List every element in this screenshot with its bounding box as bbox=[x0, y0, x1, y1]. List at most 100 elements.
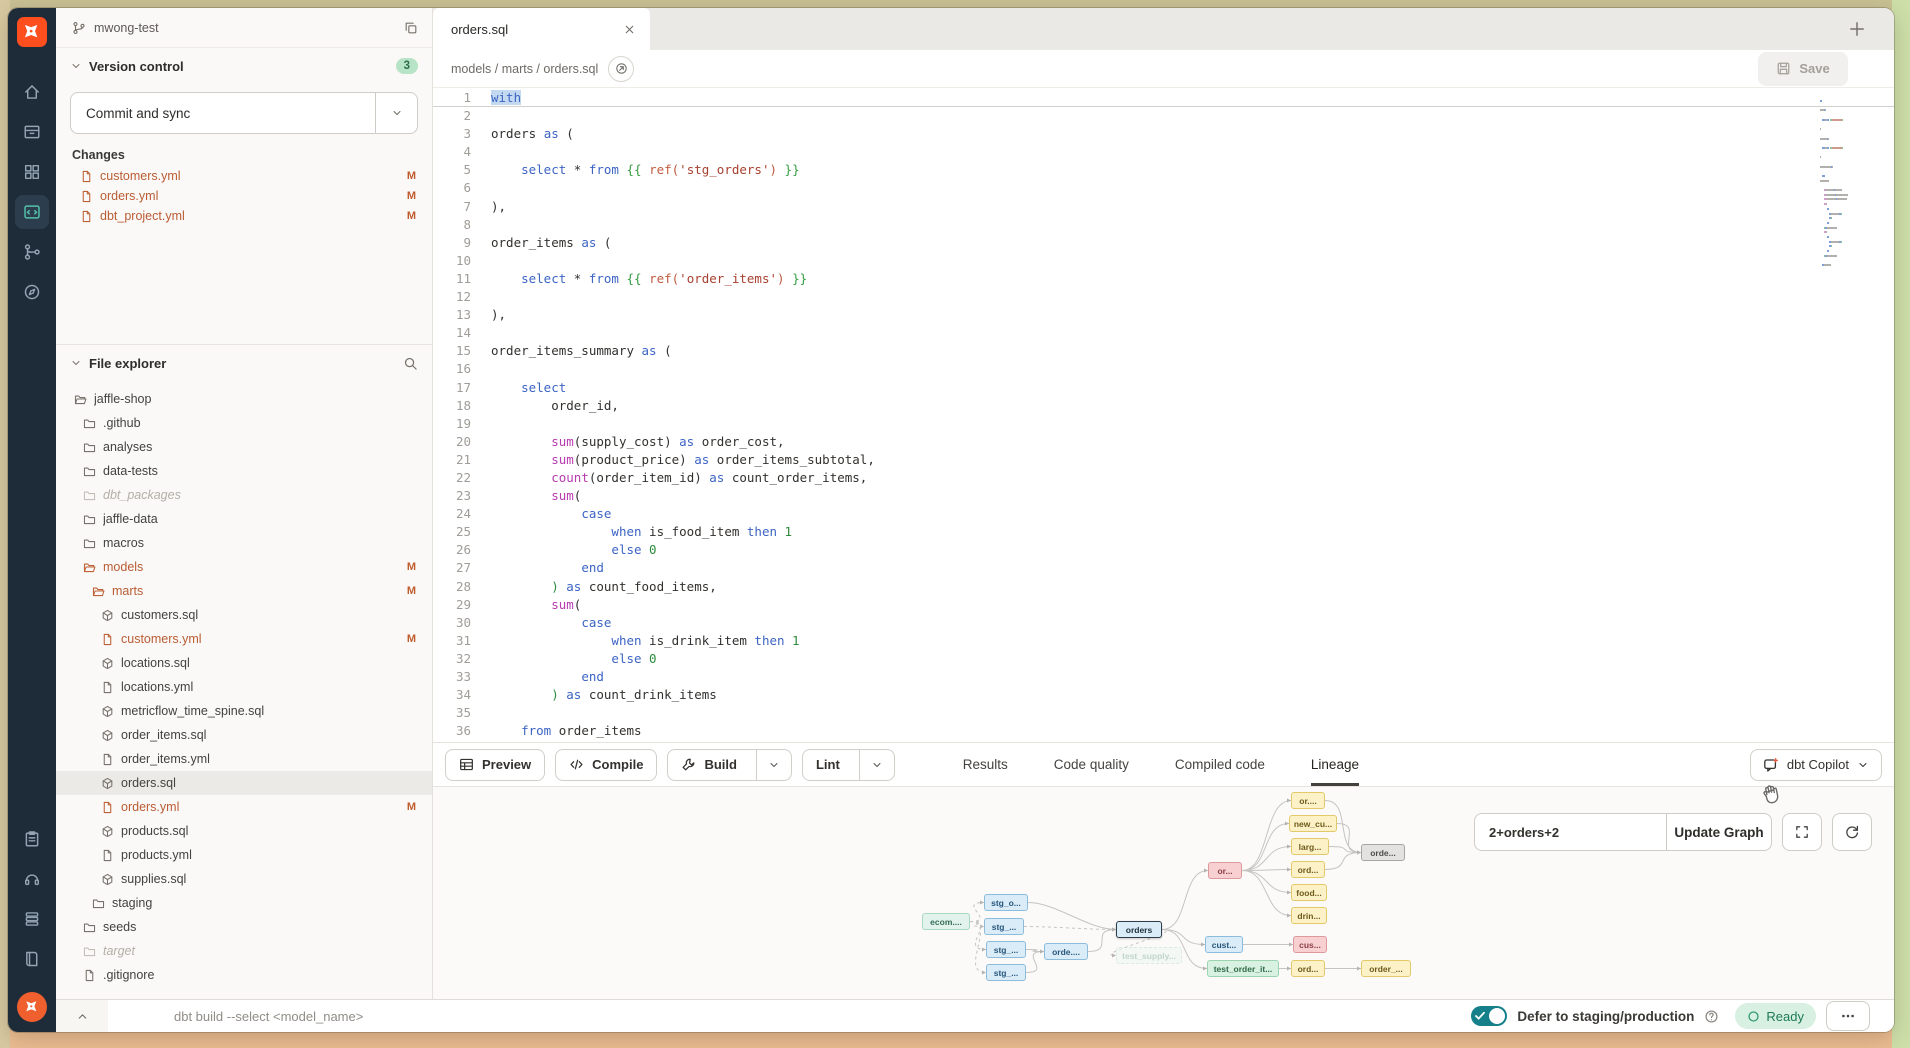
commit-options-chevron[interactable] bbox=[375, 93, 417, 133]
code-text: ), bbox=[491, 306, 506, 324]
fullscreen-button[interactable] bbox=[1782, 813, 1822, 851]
lineage-node-ts[interactable]: test_supply... bbox=[1116, 947, 1182, 964]
new-tab-button[interactable] bbox=[1836, 8, 1878, 50]
branch-row[interactable]: mwong-test bbox=[56, 8, 432, 48]
tree-item-marts[interactable]: martsM bbox=[56, 579, 432, 603]
grid-icon[interactable] bbox=[15, 155, 49, 189]
file-explorer-header[interactable]: File explorer bbox=[56, 345, 432, 381]
lineage-node-y3[interactable]: larg... bbox=[1291, 838, 1329, 855]
version-control-header[interactable]: Version control 3 bbox=[56, 48, 432, 84]
merge-icon[interactable] bbox=[15, 235, 49, 269]
lineage-node-cust[interactable]: cust... bbox=[1205, 936, 1243, 953]
tree-item-orders.sql[interactable]: orders.sql bbox=[56, 771, 432, 795]
lineage-node-y8[interactable]: order_... bbox=[1361, 960, 1411, 977]
help-icon[interactable] bbox=[1704, 1009, 1719, 1024]
tree-item-order_items.yml[interactable]: order_items.yml bbox=[56, 747, 432, 771]
lineage-node-stg4[interactable]: stg_... bbox=[986, 964, 1026, 981]
line-number: 35 bbox=[433, 704, 491, 722]
tree-item-jaffle-shop[interactable]: jaffle-shop bbox=[56, 387, 432, 411]
tree-item-products.sql[interactable]: products.sql bbox=[56, 819, 432, 843]
defer-label: Defer to staging/production bbox=[1517, 1009, 1694, 1024]
book-icon[interactable] bbox=[15, 942, 49, 976]
tab-results[interactable]: Results bbox=[963, 743, 1008, 786]
home-icon[interactable] bbox=[15, 75, 49, 109]
build-button[interactable]: Build bbox=[667, 749, 792, 781]
search-icon[interactable] bbox=[403, 356, 418, 371]
tree-item-metricflow_time_spine.sql[interactable]: metricflow_time_spine.sql bbox=[56, 699, 432, 723]
tree-item-.gitignore[interactable]: .gitignore bbox=[56, 963, 432, 987]
headset-icon[interactable] bbox=[15, 862, 49, 896]
tree-item-order_items.sql[interactable]: order_items.sql bbox=[56, 723, 432, 747]
dbt-logo-icon[interactable] bbox=[17, 17, 47, 47]
tab-compiled-code[interactable]: Compiled code bbox=[1175, 743, 1265, 786]
lineage-node-oi[interactable]: orde.... bbox=[1044, 943, 1088, 960]
lineage-node-cusp[interactable]: cus... bbox=[1293, 936, 1327, 953]
lineage-node-y4[interactable]: ord... bbox=[1291, 861, 1325, 878]
lineage-node-y5[interactable]: food... bbox=[1291, 884, 1327, 901]
lineage-node-y7[interactable]: ord... bbox=[1291, 960, 1325, 977]
expand-command-bar-button[interactable] bbox=[56, 1000, 108, 1032]
lineage-node-gray[interactable]: orde... bbox=[1361, 844, 1405, 861]
copy-icon[interactable] bbox=[404, 21, 418, 35]
open-in-graph-icon[interactable] bbox=[608, 56, 634, 82]
lineage-node-stg2[interactable]: stg_... bbox=[984, 918, 1024, 935]
tab-orders-sql[interactable]: orders.sql bbox=[433, 8, 650, 50]
lineage-node-stg3[interactable]: stg_... bbox=[986, 941, 1026, 958]
tree-item-jaffle-data[interactable]: jaffle-data bbox=[56, 507, 432, 531]
develop-icon[interactable] bbox=[15, 195, 49, 229]
compass-icon[interactable] bbox=[15, 275, 49, 309]
lineage-node-y1[interactable]: or.... bbox=[1291, 792, 1325, 809]
tree-item-locations.sql[interactable]: locations.sql bbox=[56, 651, 432, 675]
tree-item-customers.yml[interactable]: customers.ymlM bbox=[56, 627, 432, 651]
lineage-node-orp[interactable]: or... bbox=[1208, 862, 1242, 879]
update-graph-button[interactable]: Update Graph bbox=[1666, 813, 1772, 851]
user-avatar[interactable] bbox=[17, 992, 47, 1022]
commit-and-sync-button[interactable]: Commit and sync bbox=[70, 92, 418, 134]
tree-item-models[interactable]: modelsM bbox=[56, 555, 432, 579]
tree-item-target[interactable]: target bbox=[56, 939, 432, 963]
tree-item-supplies.sql[interactable]: supplies.sql bbox=[56, 867, 432, 891]
tree-item-locations.yml[interactable]: locations.yml bbox=[56, 675, 432, 699]
defer-toggle[interactable] bbox=[1471, 1006, 1507, 1026]
tree-item-dbt_packages[interactable]: dbt_packages bbox=[56, 483, 432, 507]
lint-options-chevron[interactable] bbox=[859, 750, 894, 780]
lineage-node-ecom[interactable]: ecom.... bbox=[922, 913, 970, 930]
close-icon[interactable] bbox=[623, 23, 636, 36]
preview-button[interactable]: Preview bbox=[445, 749, 545, 781]
save-button[interactable]: Save bbox=[1758, 52, 1848, 86]
dbt-copilot-button[interactable]: dbt Copilot bbox=[1750, 749, 1882, 781]
lineage-filter-input[interactable]: 2+orders+2 bbox=[1474, 813, 1666, 851]
command-input[interactable]: dbt build --select <model_name> bbox=[108, 1009, 1471, 1024]
tree-item-seeds[interactable]: seeds bbox=[56, 915, 432, 939]
layers-icon[interactable] bbox=[15, 902, 49, 936]
tree-item-staging[interactable]: staging bbox=[56, 891, 432, 915]
compile-button[interactable]: Compile bbox=[555, 749, 657, 781]
lineage-node-orders[interactable]: orders bbox=[1116, 921, 1162, 938]
code-line-23: 23 sum( bbox=[433, 487, 1894, 505]
minimap[interactable] bbox=[1820, 93, 1886, 266]
tree-item-products.yml[interactable]: products.yml bbox=[56, 843, 432, 867]
tree-item-data-tests[interactable]: data-tests bbox=[56, 459, 432, 483]
tree-item-macros[interactable]: macros bbox=[56, 531, 432, 555]
tab-code-quality[interactable]: Code quality bbox=[1054, 743, 1129, 786]
lineage-node-y2[interactable]: new_cu... bbox=[1289, 815, 1337, 832]
code-text: order_items_summary as ( bbox=[491, 342, 672, 360]
build-options-chevron[interactable] bbox=[756, 750, 791, 780]
tab-lineage[interactable]: Lineage bbox=[1311, 743, 1359, 786]
refresh-button[interactable] bbox=[1832, 813, 1872, 851]
more-options-button[interactable] bbox=[1826, 1001, 1870, 1031]
changed-file-customers.yml[interactable]: customers.yml M bbox=[56, 166, 432, 186]
code-editor[interactable]: 1with23orders as (45 select * from {{ re… bbox=[433, 88, 1894, 742]
lint-button[interactable]: Lint bbox=[802, 749, 895, 781]
tree-item-.github[interactable]: .github bbox=[56, 411, 432, 435]
changed-file-dbt_project.yml[interactable]: dbt_project.yml M bbox=[56, 206, 432, 226]
tree-item-customers.sql[interactable]: customers.sql bbox=[56, 603, 432, 627]
archive-icon[interactable] bbox=[15, 115, 49, 149]
tree-item-analyses[interactable]: analyses bbox=[56, 435, 432, 459]
clipboard-icon[interactable] bbox=[15, 822, 49, 856]
lineage-node-toi[interactable]: test_order_it... bbox=[1207, 960, 1279, 977]
changed-file-orders.yml[interactable]: orders.yml M bbox=[56, 186, 432, 206]
tree-item-orders.yml[interactable]: orders.ymlM bbox=[56, 795, 432, 819]
lineage-node-stg1[interactable]: stg_o... bbox=[984, 894, 1028, 911]
lineage-node-y6[interactable]: drin... bbox=[1291, 907, 1327, 924]
